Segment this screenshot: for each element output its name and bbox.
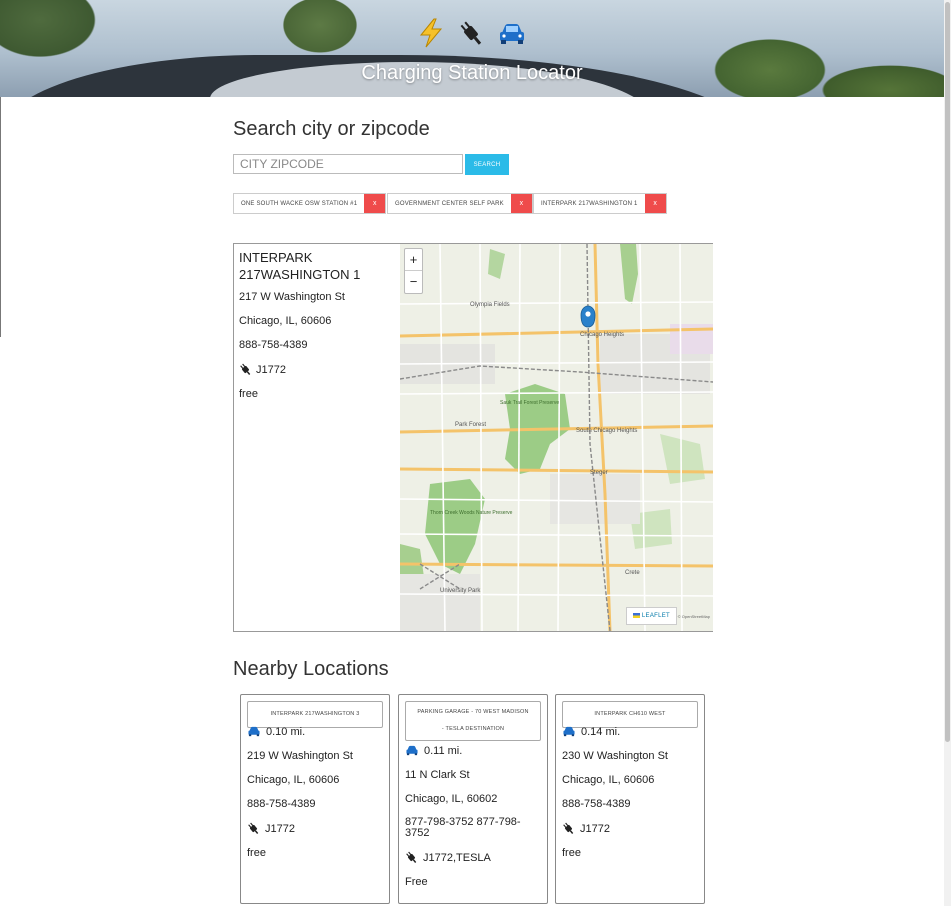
recent-chip[interactable]: ONE SOUTH WACKE OSW STATION #1 x [233, 193, 387, 214]
car-icon [406, 745, 418, 756]
nearby-connectors: J1772 [265, 822, 295, 835]
search-heading: Search city or zipcode [233, 118, 430, 140]
page-title: Charging Station Locator [361, 62, 583, 84]
nearby-city: Chicago, IL, 60606 [247, 774, 340, 786]
leaflet-attribution[interactable]: LEAFLET [625, 606, 677, 625]
recent-chip-label[interactable]: GOVERNMENT CENTER SELF PARK [388, 201, 511, 207]
connector-types: J1772 [256, 363, 286, 376]
nearby-heading: Nearby Locations [233, 658, 389, 680]
nearby-phone: 888-758-4389 [562, 798, 631, 810]
map-label: South Chicago Heights [576, 428, 637, 434]
plug-icon [563, 822, 574, 834]
zoom-control: + − [404, 248, 423, 294]
map-label: Thorn Creek Woods Nature Preserve [430, 510, 513, 516]
osm-attribution[interactable]: © OpenStreetMap [678, 614, 710, 619]
remove-chip-button[interactable]: x [644, 194, 666, 213]
nearby-city: Chicago, IL, 60602 [405, 793, 498, 805]
station-panel: INTERPARK 217WASHINGTON 1 217 W Washingt… [233, 243, 713, 632]
station-connectors: J1772 [239, 363, 394, 376]
nearby-price: free [247, 847, 266, 859]
plug-icon [240, 363, 251, 375]
zoom-out-button[interactable]: − [405, 271, 422, 293]
map-tiles[interactable]: Olympia Fields Chicago Heights Sauk Trai… [400, 244, 713, 631]
map-label: Steger [590, 470, 608, 476]
map-label: Olympia Fields [470, 302, 510, 308]
nearby-price: free [562, 847, 581, 859]
hero-banner: Charging Station Locator [0, 0, 944, 97]
recent-chip-label[interactable]: ONE SOUTH WACKE OSW STATION #1 [234, 201, 364, 207]
nearby-price: Free [405, 876, 428, 888]
map-label: Sauk Trail Forest Preserve [500, 400, 559, 406]
header-icons [0, 18, 944, 57]
nearby-connectors: J1772 [580, 822, 610, 835]
map-view[interactable]: Olympia Fields Chicago Heights Sauk Trai… [400, 244, 713, 631]
page-scrollbar-thumb[interactable] [945, 2, 950, 742]
station-details: INTERPARK 217WASHINGTON 1 217 W Washingt… [239, 249, 394, 412]
nearby-card[interactable]: PARKING GARAGE - 70 WEST MADISON - TESLA… [398, 694, 548, 904]
nearby-distance: 0.10 mi. [266, 726, 306, 738]
map-label: Park Forest [455, 422, 486, 428]
flag-icon [632, 612, 640, 618]
plug-icon [406, 851, 417, 863]
nearby-phone: 888-758-4389 [247, 798, 316, 810]
nearby-phone: 877-798-3752 877-798-3752 [405, 816, 521, 839]
nearby-distance: 0.14 mi. [581, 726, 621, 738]
plug-icon [457, 18, 485, 57]
recent-chip-label[interactable]: INTERPARK 217WASHINGTON 1 [534, 201, 645, 207]
nearby-card-title[interactable]: INTERPARK CH610 WEST [562, 701, 698, 728]
plug-icon [248, 822, 259, 834]
nearby-address: 219 W Washington St [247, 750, 353, 762]
map-label: Crete [625, 570, 640, 576]
remove-chip-button[interactable]: x [510, 194, 532, 213]
nearby-city: Chicago, IL, 60606 [562, 774, 655, 786]
map-label: Chicago Heights [580, 332, 624, 338]
remove-chip-button[interactable]: x [364, 194, 386, 213]
search-button[interactable]: SEARCH [465, 154, 509, 175]
station-name: INTERPARK 217WASHINGTON 1 [239, 250, 361, 282]
recent-chip[interactable]: GOVERNMENT CENTER SELF PARK x [387, 193, 533, 214]
station-price: free [239, 388, 258, 400]
nearby-address: 230 W Washington St [562, 750, 668, 762]
zoom-in-button[interactable]: + [405, 249, 422, 271]
nearby-card-title[interactable]: INTERPARK 217WASHINGTON 3 [247, 701, 383, 728]
map-label: University Park [440, 588, 481, 594]
station-phone: 888-758-4389 [239, 339, 308, 351]
car-icon [497, 18, 527, 57]
nearby-card-title[interactable]: PARKING GARAGE - 70 WEST MADISON - TESLA… [405, 701, 541, 741]
lightning-icon [417, 18, 445, 57]
station-city: Chicago, IL, 60606 [239, 315, 332, 327]
search-input[interactable] [233, 154, 463, 174]
car-icon [563, 726, 575, 737]
page-left-edge [0, 97, 1, 337]
nearby-address: 11 N Clark St [405, 769, 470, 781]
station-address: 217 W Washington St [239, 291, 345, 303]
nearby-connectors: J1772,TESLA [423, 851, 491, 864]
car-icon [248, 726, 260, 737]
nearby-card[interactable]: INTERPARK CH610 WEST 0.14 mi. 230 W Wash… [555, 694, 705, 904]
map-marker-icon[interactable] [580, 305, 596, 328]
recent-chip[interactable]: INTERPARK 217WASHINGTON 1 x [533, 193, 667, 214]
nearby-distance: 0.11 mi. [424, 745, 463, 757]
nearby-card[interactable]: INTERPARK 217WASHINGTON 3 0.10 mi. 219 W… [240, 694, 390, 904]
